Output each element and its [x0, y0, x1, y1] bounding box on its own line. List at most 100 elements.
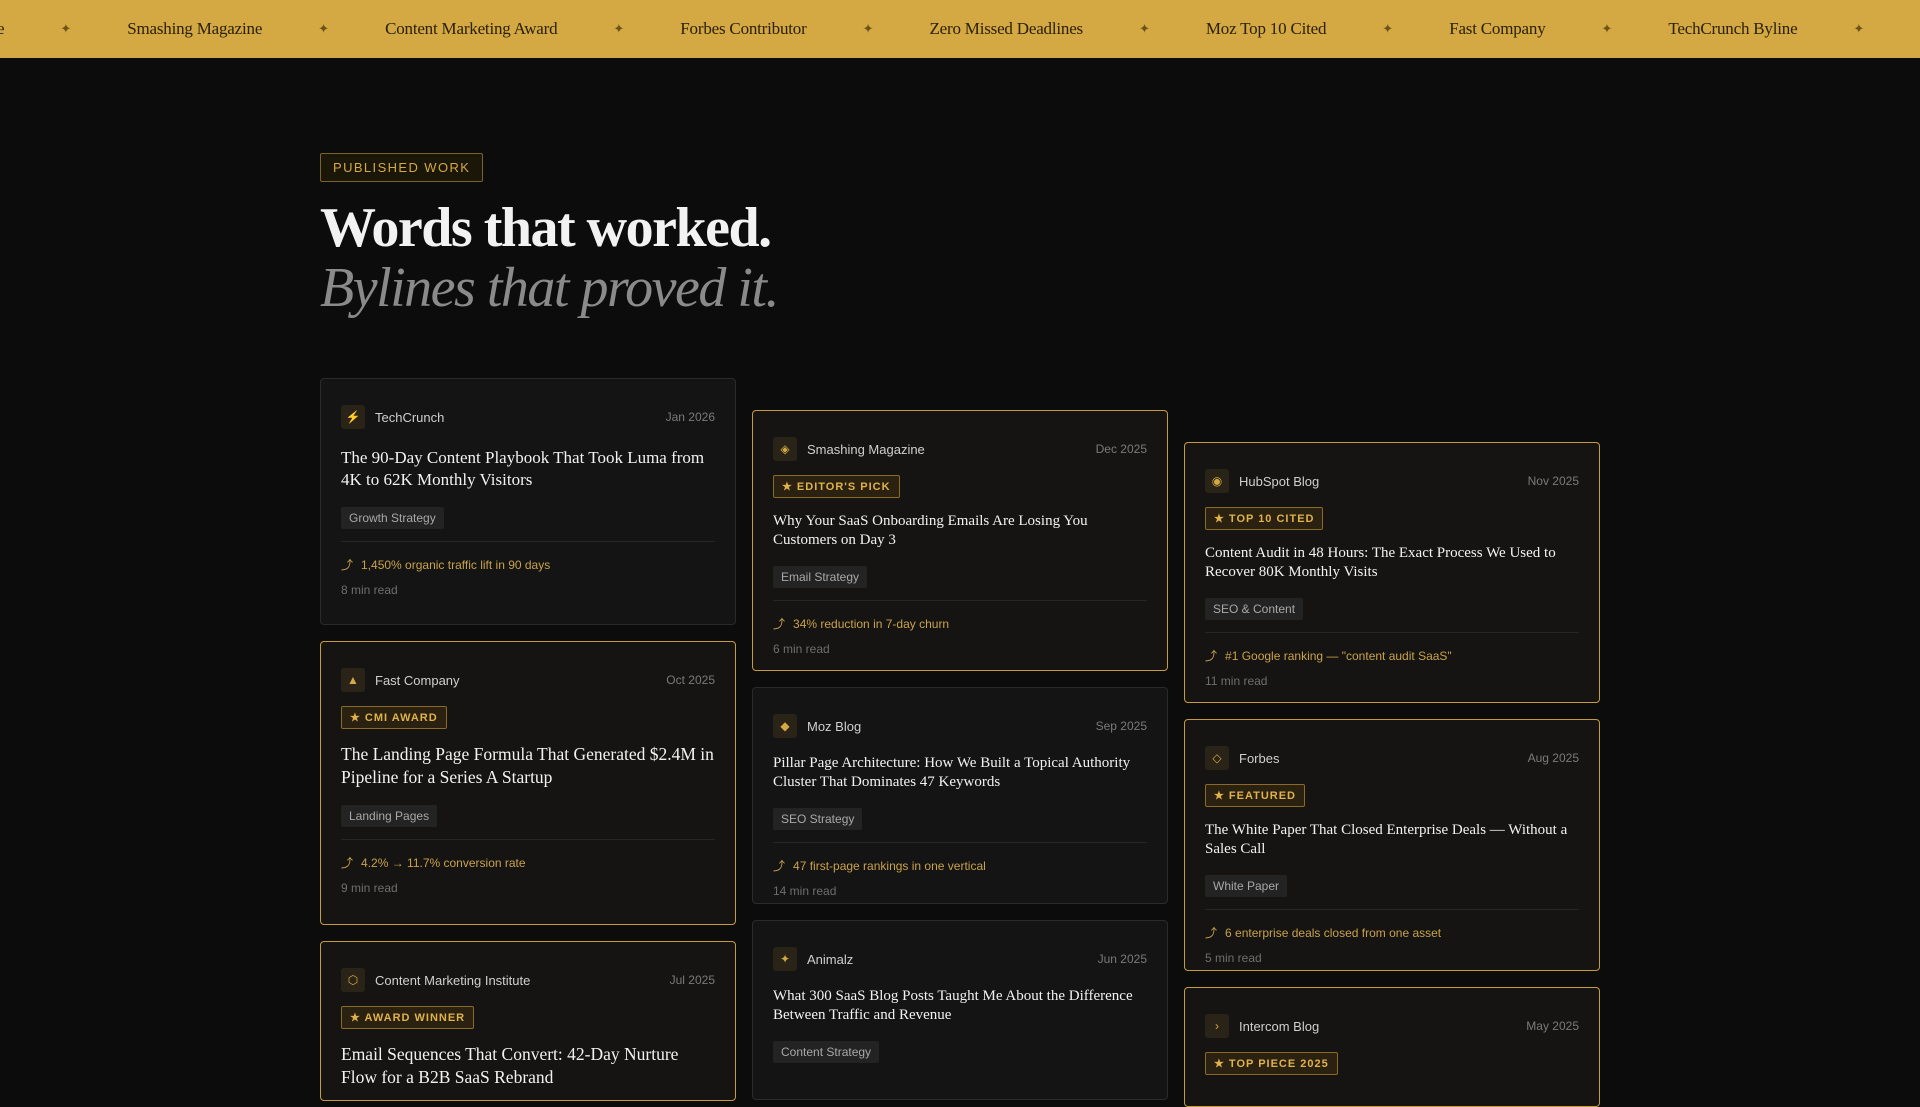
article-card[interactable]: ▲ Fast Company Oct 2025 ★ CMI AWARD The La…	[320, 641, 736, 925]
award-badge: ★ TOP PIECE 2025	[1205, 1052, 1338, 1075]
star-separator-icon: ✦	[1853, 21, 1865, 36]
publish-date: Jan 2026	[665, 410, 715, 424]
divider	[1205, 909, 1579, 910]
award-badge: ★ FEATURED	[1205, 784, 1305, 807]
chevron-right-icon: ›	[1205, 1014, 1229, 1038]
diamond-icon: ◆	[773, 714, 797, 738]
read-time: 11 min read	[1205, 674, 1268, 688]
category-tag: Content Strategy	[773, 1041, 880, 1063]
star-separator-icon: ✦	[1138, 21, 1150, 36]
article-title[interactable]: The Landing Page Formula That Generated …	[341, 743, 715, 789]
article-title[interactable]: Why Your SaaS Onboarding Emails Are Losi…	[773, 512, 1147, 550]
article-title[interactable]: What 300 SaaS Blog Posts Taught Me About…	[773, 987, 1147, 1025]
result-metric: ⤴ 6 enterprise deals closed from one asse…	[1205, 925, 1442, 941]
read-time: 5 min read	[1205, 951, 1262, 965]
category-tag: Email Strategy	[773, 566, 868, 588]
award-badge: ★ CMI AWARD	[341, 706, 447, 729]
star-separator-icon: ✦	[613, 21, 625, 36]
article-title[interactable]: The White Paper That Closed Enterprise D…	[1205, 821, 1579, 859]
result-metric: ⤴ #1 Google ranking — "content audit SaaS…	[1205, 648, 1452, 664]
publication-name: Fast Company	[375, 672, 460, 688]
star-separator-icon: ✦	[60, 21, 72, 36]
publication-name: Moz Blog	[807, 718, 862, 734]
article-title[interactable]: Email Sequences That Convert: 42-Day Nur…	[341, 1043, 715, 1089]
publish-date: Sep 2025	[1095, 719, 1147, 733]
star-separator-icon: ✦	[1601, 21, 1613, 36]
hexagon-icon: ⬡	[341, 968, 365, 992]
hero-subtitle: Bylines that proved it.	[320, 257, 780, 319]
result-metric: ⤴ 34% reduction in 7-day churn	[773, 616, 950, 632]
trend-up-icon: ⤴	[341, 558, 354, 572]
publish-date: May 2025	[1526, 1019, 1579, 1033]
sparkle-icon: ✦	[773, 947, 797, 971]
article-card[interactable]: ◇ Forbes Aug 2025 ★ FEATURED The White Pap…	[1184, 719, 1600, 971]
star-separator-icon: ✦	[1382, 21, 1394, 36]
star-separator-icon: ✦	[862, 21, 874, 36]
article-card[interactable]: ◉ HubSpot Blog Nov 2025 ★ TOP 10 CITED Con…	[1184, 442, 1600, 703]
category-tag: Landing Pages	[341, 805, 438, 827]
publication-name: Intercom Blog	[1239, 1018, 1320, 1034]
read-time: 14 min read	[773, 884, 837, 898]
article-card[interactable]: › Intercom Blog May 2025 ★ TOP PIECE 2025	[1184, 987, 1600, 1107]
publish-date: Aug 2025	[1527, 751, 1579, 765]
category-tag: White Paper	[1205, 875, 1288, 897]
publish-date: Nov 2025	[1527, 474, 1579, 488]
article-title[interactable]: The 90-Day Content Playbook That Took Lu…	[341, 447, 715, 491]
divider	[773, 600, 1147, 601]
article-card[interactable]: ◆ Moz Blog Sep 2025 Pillar Page Architectu…	[752, 687, 1168, 904]
publish-date: Jul 2025	[669, 973, 715, 987]
section-badge: PUBLISHED WORK	[320, 153, 484, 182]
read-time: 9 min read	[341, 881, 398, 895]
ticker-item: eature	[0, 19, 5, 38]
divider	[341, 541, 715, 542]
trend-up-icon: ⤴	[1205, 649, 1218, 663]
read-time: 6 min read	[773, 642, 830, 656]
trend-up-icon: ⤴	[773, 859, 786, 873]
hero-title: Words that worked.	[320, 197, 772, 259]
ticker-item: Smashing Magazine	[127, 19, 263, 38]
publication-name: Forbes	[1239, 750, 1280, 766]
award-badge: ★ AWARD WINNER	[341, 1006, 475, 1029]
read-time: 8 min read	[341, 583, 398, 597]
category-tag: SEO & Content	[1205, 598, 1304, 620]
star-separator-icon: ✦	[318, 21, 330, 36]
publish-date: Oct 2025	[666, 673, 715, 687]
publication-name: Smashing Magazine	[807, 441, 925, 457]
trend-up-icon: ⤴	[773, 617, 786, 631]
article-card[interactable]: ⬡ Content Marketing Institute Jul 2025 ★ A…	[320, 941, 736, 1101]
category-tag: SEO Strategy	[773, 808, 863, 830]
category-tag: Growth Strategy	[341, 507, 444, 529]
ticker-item: Fast Company	[1449, 19, 1546, 38]
diamond-icon: ◈	[773, 437, 797, 461]
publication-name: HubSpot Blog	[1239, 473, 1320, 489]
target-icon: ◉	[1205, 469, 1229, 493]
publication-name: TechCrunch	[375, 409, 445, 425]
article-title[interactable]: Content Audit in 48 Hours: The Exact Pro…	[1205, 544, 1579, 582]
divider	[341, 839, 715, 840]
publish-date: Dec 2025	[1095, 442, 1147, 456]
press-ticker: eature ✦ Smashing Magazine ✦ Content Marketi…	[0, 0, 1920, 58]
ticker-item: Moz Top 10 Cited	[1205, 19, 1327, 38]
hero: PUBLISHED WORK Words that worked. Byline…	[320, 153, 780, 319]
publish-date: Jun 2025	[1097, 952, 1147, 966]
ticker-item: TechCrunch Byline	[1668, 19, 1798, 38]
bolt-icon: ⚡	[341, 405, 365, 429]
result-metric: ⤴ 1,450% organic traffic lift in 90 days	[341, 557, 551, 573]
article-title[interactable]: Pillar Page Architecture: How We Built a…	[773, 754, 1147, 792]
publication-name: Animalz	[807, 951, 854, 967]
ticker-item: Zero Missed Deadlines	[929, 19, 1083, 38]
publication-name: Content Marketing Institute	[375, 972, 531, 988]
article-card[interactable]: ⚡ TechCrunch Jan 2026 The 90-Day Content P…	[320, 378, 736, 625]
divider	[1205, 632, 1579, 633]
result-metric: ⤴ 4.2% → 11.7% conversion rate	[341, 855, 526, 871]
ticker-item: Forbes Contributor	[680, 19, 807, 38]
result-metric: ⤴ 47 first-page rankings in one vertical	[773, 858, 986, 874]
trend-up-icon: ⤴	[341, 856, 354, 870]
ticker-track: eature ✦ Smashing Magazine ✦ Content Marketi…	[0, 19, 1920, 39]
article-card[interactable]: ◈ Smashing Magazine Dec 2025 ★ EDITOR'S PI…	[752, 410, 1168, 671]
diamond-outline-icon: ◇	[1205, 746, 1229, 770]
article-card[interactable]: ✦ Animalz Jun 2025 What 300 SaaS Blog Post…	[752, 920, 1168, 1100]
divider	[773, 842, 1147, 843]
award-badge: ★ EDITOR'S PICK	[773, 475, 900, 498]
trend-up-icon: ⤴	[1205, 926, 1218, 940]
